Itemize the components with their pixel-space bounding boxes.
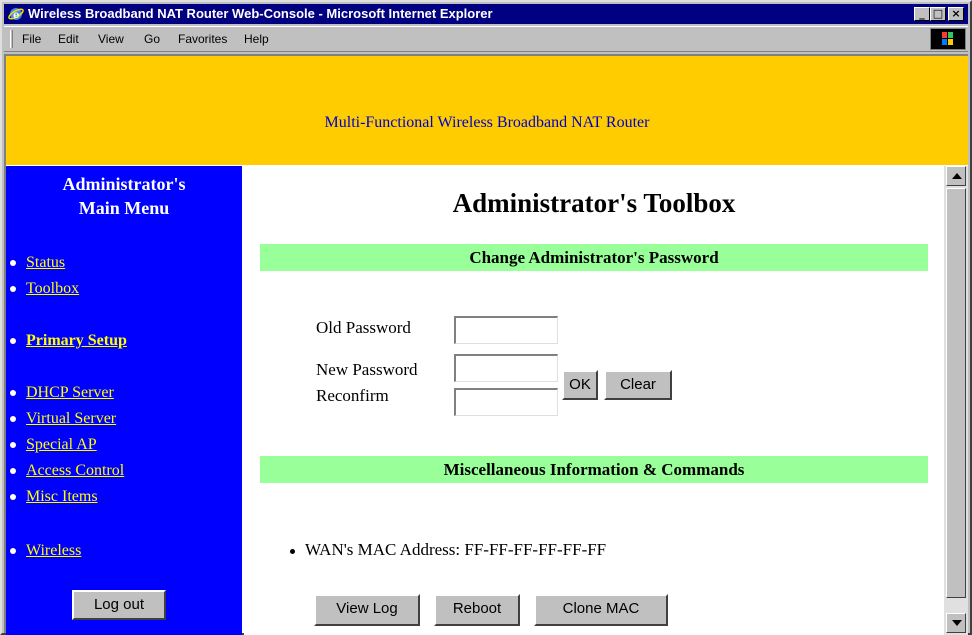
sidebar-link-access-control[interactable]: Access Control bbox=[26, 462, 124, 479]
windows-logo-icon bbox=[930, 28, 966, 50]
svg-text:e: e bbox=[13, 10, 19, 21]
new-password-field[interactable] bbox=[454, 354, 558, 382]
page-title: Administrator's Toolbox bbox=[452, 188, 736, 218]
sidebar-title-line1: Administrator's bbox=[62, 174, 186, 194]
menu-bar: File Edit View Go Favorites Help bbox=[4, 26, 968, 52]
sidebar-link-status[interactable]: Status bbox=[26, 254, 65, 271]
main-panel: Administrator's Toolbox Change Administr… bbox=[244, 166, 944, 635]
menu-help[interactable]: Help bbox=[244, 32, 269, 46]
sidebar-item-status[interactable]: Status bbox=[10, 254, 65, 272]
bullet-icon bbox=[10, 468, 16, 475]
sidebar-item-special-ap[interactable]: Special AP bbox=[10, 436, 97, 454]
sidebar-link-virtual-server[interactable]: Virtual Server bbox=[26, 410, 116, 427]
wan-mac-address: WAN's MAC Address: FF-FF-FF-FF-FF-FF bbox=[290, 540, 606, 560]
banner-frame: Multi-Functional Wireless Broadband NAT … bbox=[6, 56, 968, 165]
title-bar: e Wireless Broadband NAT Router Web-Cons… bbox=[4, 4, 968, 24]
vertical-scrollbar[interactable] bbox=[944, 166, 968, 635]
arrow-down-icon bbox=[952, 620, 962, 626]
bullet-icon bbox=[10, 390, 16, 397]
sidebar-item-primary-setup[interactable]: Primary Setup bbox=[10, 332, 127, 350]
sidebar-link-dhcp-server[interactable]: DHCP Server bbox=[26, 384, 114, 401]
new-password-label: New Password bbox=[316, 360, 418, 379]
sidebar-item-toolbox[interactable]: Toolbox bbox=[10, 280, 79, 298]
sidebar-link-toolbox[interactable]: Toolbox bbox=[26, 280, 79, 297]
bullet-icon bbox=[10, 442, 16, 449]
minimize-button[interactable]: _ bbox=[914, 7, 930, 21]
wan-mac-text: WAN's MAC Address: FF-FF-FF-FF-FF-FF bbox=[305, 540, 607, 559]
scroll-up-button[interactable] bbox=[946, 166, 966, 186]
view-log-button[interactable]: View Log bbox=[314, 594, 420, 626]
arrow-up-icon bbox=[952, 173, 962, 179]
bullet-icon bbox=[10, 416, 16, 423]
sidebar-link-misc-items[interactable]: Misc Items bbox=[26, 488, 98, 505]
bullet-icon bbox=[290, 548, 295, 554]
sidebar-item-wireless[interactable]: Wireless bbox=[10, 542, 81, 560]
menu-go[interactable]: Go bbox=[144, 32, 160, 46]
window-title: Wireless Broadband NAT Router Web-Consol… bbox=[28, 6, 493, 21]
reboot-button[interactable]: Reboot bbox=[434, 594, 520, 626]
clear-button[interactable]: Clear bbox=[604, 370, 672, 400]
sidebar-link-wireless[interactable]: Wireless bbox=[26, 542, 81, 559]
password-section-heading: Change Administrator's Password bbox=[260, 244, 928, 271]
menu-view[interactable]: View bbox=[98, 32, 124, 46]
menu-edit[interactable]: Edit bbox=[58, 32, 79, 46]
reconfirm-label: Reconfirm bbox=[316, 386, 389, 405]
reconfirm-password-field[interactable] bbox=[454, 388, 558, 416]
internet-explorer-icon: e bbox=[8, 8, 24, 21]
banner-title: Multi-Functional Wireless Broadband NAT … bbox=[324, 114, 650, 131]
bullet-icon bbox=[10, 494, 16, 501]
sidebar-title-line2: Main Menu bbox=[78, 198, 170, 218]
sidebar-item-virtual-server[interactable]: Virtual Server bbox=[10, 410, 116, 428]
bullet-icon bbox=[10, 548, 16, 555]
old-password-label: Old Password bbox=[316, 318, 411, 337]
browser-content: Multi-Functional Wireless Broadband NAT … bbox=[4, 54, 968, 635]
clone-mac-button[interactable]: Clone MAC bbox=[534, 594, 668, 626]
bullet-icon bbox=[10, 286, 16, 293]
sidebar-item-dhcp-server[interactable]: DHCP Server bbox=[10, 384, 114, 402]
browser-window: e Wireless Broadband NAT Router Web-Cons… bbox=[0, 0, 972, 635]
ok-button[interactable]: OK bbox=[562, 370, 598, 400]
sidebar-item-misc-items[interactable]: Misc Items bbox=[10, 488, 98, 506]
misc-section-heading: Miscellaneous Information & Commands bbox=[260, 456, 928, 483]
menu-favorites[interactable]: Favorites bbox=[178, 32, 227, 46]
sidebar-item-access-control[interactable]: Access Control bbox=[10, 462, 124, 480]
old-password-field[interactable] bbox=[454, 316, 558, 344]
bullet-icon bbox=[10, 338, 16, 345]
sidebar-title: Administrator's Main Menu bbox=[6, 172, 242, 220]
bullet-icon bbox=[10, 260, 16, 267]
close-button[interactable]: × bbox=[948, 7, 964, 21]
scrollbar-thumb[interactable] bbox=[946, 188, 966, 598]
logout-button[interactable]: Log out bbox=[72, 590, 166, 620]
sidebar: Administrator's Main Menu Status Toolbox… bbox=[6, 166, 242, 635]
menu-file[interactable]: File bbox=[22, 32, 41, 46]
sidebar-link-primary-setup[interactable]: Primary Setup bbox=[26, 332, 127, 349]
scroll-down-button[interactable] bbox=[946, 613, 966, 633]
maximize-button[interactable]: □ bbox=[930, 7, 946, 21]
sidebar-link-special-ap[interactable]: Special AP bbox=[26, 436, 97, 453]
toolbar-grip bbox=[10, 30, 13, 48]
